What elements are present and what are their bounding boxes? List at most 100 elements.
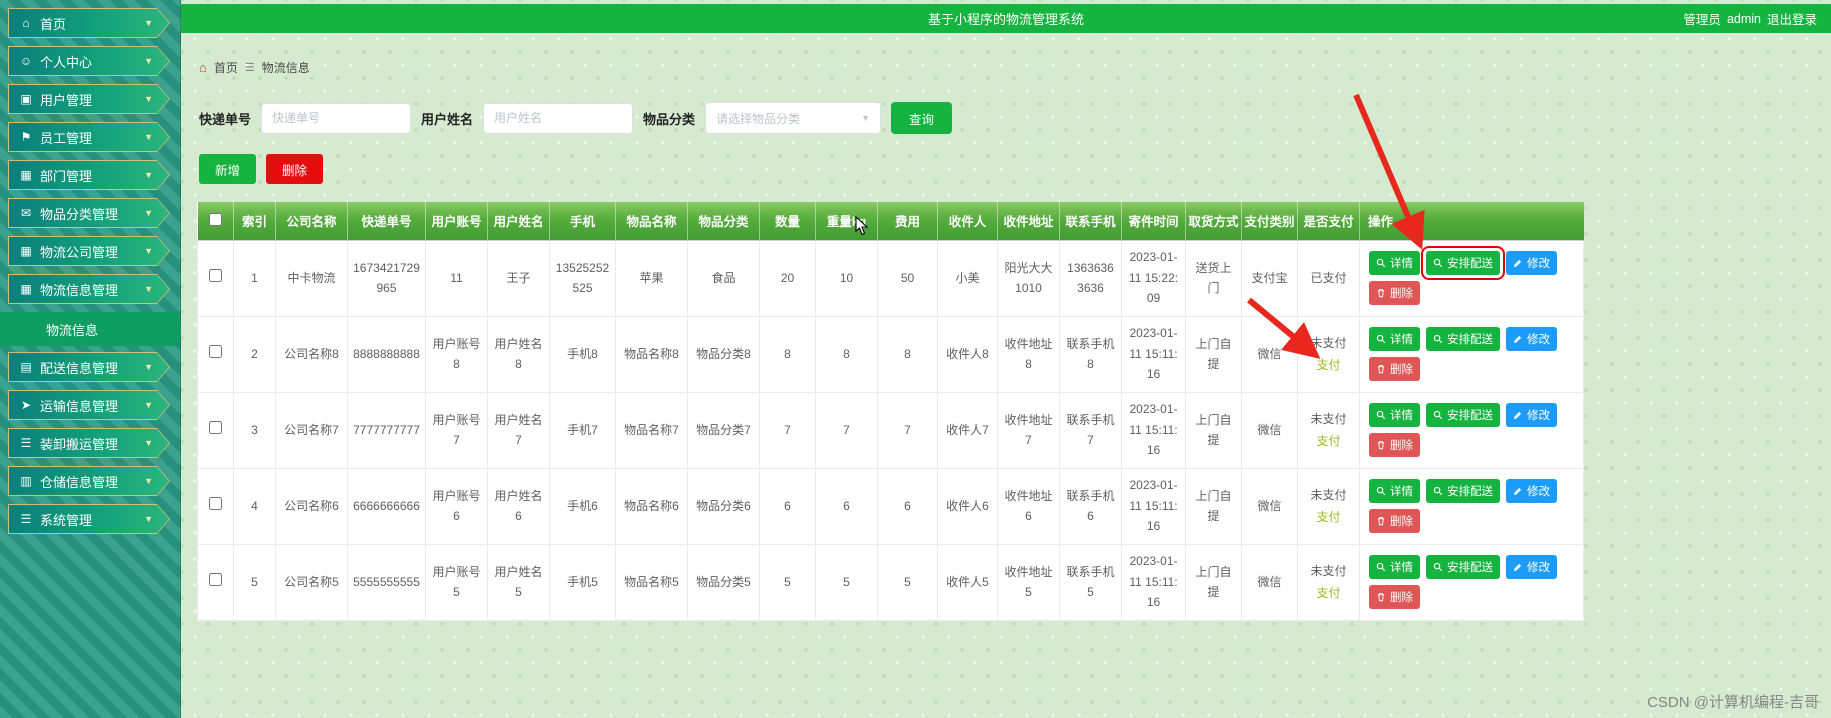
sidebar-item-5[interactable]: ✉ 物品分类管理 ▼ [8, 198, 170, 228]
chevron-down-icon: ▼ [144, 362, 153, 372]
sidebar-item-9[interactable]: ▤ 配送信息管理 ▼ [8, 352, 170, 382]
detail-button[interactable]: 详情 [1369, 403, 1420, 427]
cell-express_no: 1673421729965 [347, 239, 426, 317]
logout-link[interactable]: 退出登录 [1767, 9, 1817, 28]
edit-button[interactable]: 修改 [1506, 327, 1557, 351]
column-header-category: 物品分类 [687, 202, 760, 241]
search-button[interactable]: 查询 [891, 102, 953, 134]
sidebar-item-1[interactable]: ☺ 个人中心 ▼ [8, 46, 170, 76]
detail-button[interactable]: 详情 [1369, 327, 1420, 351]
delivery-icon: ▤ [20, 360, 32, 374]
pay-link[interactable]: 支付 [1316, 583, 1340, 603]
cell-pickup_method: 上门自提 [1185, 543, 1242, 621]
cell-value-pickup_method: 上门自提 [1195, 488, 1232, 523]
cell-value-username: 用户姓名6 [494, 488, 543, 523]
edit-button[interactable]: 修改 [1506, 479, 1557, 503]
row-checkbox[interactable] [209, 420, 222, 434]
cell-actions: 详情 安排配送 修改删除 [1359, 239, 1584, 317]
cell-value-category: 物品分类8 [696, 346, 751, 361]
sidebar-item-12[interactable]: ▥ 仓储信息管理 ▼ [8, 466, 170, 496]
edit-button[interactable]: 修改 [1506, 555, 1557, 579]
chevron-down-icon: ▼ [144, 170, 153, 180]
cell-account: 11 [425, 239, 488, 317]
edit-button[interactable]: 修改 [1506, 403, 1557, 427]
cell-value-fee: 5 [904, 574, 911, 589]
cell-value-quantity: 20 [780, 270, 795, 285]
cell-value-pay_type: 微信 [1257, 422, 1282, 437]
arrange-delivery-button[interactable]: 安排配送 [1426, 327, 1500, 351]
sidebar-item-11[interactable]: ☰ 装卸搬运管理 ▼ [8, 428, 170, 458]
column-header-send_time: 寄件时间 [1121, 202, 1186, 241]
row-checkbox[interactable] [209, 344, 222, 358]
cell-value-weight: 8 [843, 346, 850, 361]
arrange-delivery-button[interactable]: 安排配送 [1426, 555, 1500, 579]
cell-pay_type: 微信 [1241, 391, 1298, 469]
sidebar-subitem-logistics-info[interactable]: 物流信息 [0, 312, 180, 346]
arrange-delivery-icon [1433, 258, 1443, 268]
delete-button[interactable]: 删除 [1369, 585, 1420, 609]
row-checkbox[interactable] [209, 268, 222, 282]
users-icon: ▣ [20, 92, 32, 106]
detail-icon [1376, 258, 1386, 268]
cell-value-address: 收件地址7 [1004, 412, 1053, 447]
username-label: admin [1726, 11, 1761, 26]
cell-index: 5 [233, 543, 276, 621]
column-header-contact_phone: 联系手机 [1059, 202, 1122, 241]
delete-button[interactable]: 删除 [1369, 433, 1420, 457]
sidebar-menu: ⌂ 首页 ▼ ☺ 个人中心 ▼ ▣ 用户管理 ▼ ⚑ 员工管理 ▼ ▦ 部门管理 ▼ ✉ 物品分类管理 ▼ ▦ 物流公… [0, 8, 180, 534]
delete-button[interactable]: 删除 [1369, 509, 1420, 533]
detail-button[interactable]: 详情 [1369, 555, 1420, 579]
select-all-checkbox[interactable] [208, 212, 222, 226]
edit-icon [1513, 334, 1523, 344]
cell-value-pickup_method: 送货上门 [1195, 260, 1232, 295]
delete-icon [1376, 440, 1386, 450]
row-checkbox[interactable] [209, 496, 222, 510]
sidebar-item-6[interactable]: ▦ 物流公司管理 ▼ [8, 236, 170, 266]
cell-pay_type: 微信 [1241, 467, 1298, 545]
sidebar-item-13[interactable]: ☰ 系统管理 ▼ [8, 504, 170, 534]
add-button[interactable]: 新增 [199, 154, 257, 184]
cell-value-address: 收件地址6 [1004, 488, 1053, 523]
arrange-delivery-button[interactable]: 安排配送 [1421, 246, 1505, 280]
category-label: 物品分类 [643, 111, 696, 127]
detail-button[interactable]: 详情 [1369, 251, 1420, 275]
express-no-input[interactable] [261, 102, 412, 134]
handling-icon: ☰ [20, 436, 32, 450]
cell-actions: 详情 安排配送 修改删除 [1359, 467, 1584, 545]
cell-value-receiver: 收件人6 [946, 498, 989, 513]
cell-address: 收件地址6 [997, 467, 1060, 545]
column-header-fee: 费用 [877, 202, 938, 241]
detail-button[interactable]: 详情 [1369, 479, 1420, 503]
chevron-down-icon: ▼ [144, 18, 153, 28]
user-name-input[interactable] [483, 102, 634, 134]
pay-link[interactable]: 支付 [1316, 431, 1340, 451]
cell-actions: 详情 安排配送 修改删除 [1359, 315, 1584, 393]
pay-link[interactable]: 支付 [1316, 507, 1340, 527]
cell-express_no: 6666666666 [347, 467, 426, 545]
bulk-delete-button[interactable]: 删除 [266, 154, 324, 184]
sidebar-item-0[interactable]: ⌂ 首页 ▼ [8, 8, 170, 38]
cell-value-index: 5 [251, 574, 258, 589]
detail-icon [1376, 334, 1386, 344]
pay-link[interactable]: 支付 [1316, 355, 1340, 375]
cell-weight: 10 [815, 239, 878, 317]
arrange-delivery-button[interactable]: 安排配送 [1426, 403, 1500, 427]
chevron-down-icon: ▼ [144, 400, 153, 410]
arrange-delivery-icon [1433, 334, 1443, 344]
delete-button[interactable]: 删除 [1369, 281, 1420, 305]
delete-button[interactable]: 删除 [1369, 357, 1420, 381]
arrange-delivery-button[interactable]: 安排配送 [1426, 479, 1500, 503]
sidebar-item-10[interactable]: ➤ 运输信息管理 ▼ [8, 390, 170, 420]
row-select-cell [197, 543, 234, 621]
cell-value-address: 阳光大大1010 [1004, 260, 1053, 295]
category-select[interactable]: 请选择物品分类 ▼ [705, 102, 882, 134]
cell-value-company: 中卡物流 [287, 270, 336, 285]
sidebar-item-3[interactable]: ⚑ 员工管理 ▼ [8, 122, 170, 152]
sidebar-item-7[interactable]: ▦ 物流信息管理 ▼ [8, 274, 170, 304]
breadcrumb-home[interactable]: 首页 [214, 59, 238, 76]
sidebar-item-4[interactable]: ▦ 部门管理 ▼ [8, 160, 170, 190]
cell-value-contact_phone: 联系手机7 [1066, 412, 1115, 447]
sidebar-item-2[interactable]: ▣ 用户管理 ▼ [8, 84, 170, 114]
edit-button[interactable]: 修改 [1506, 251, 1557, 275]
row-checkbox[interactable] [209, 572, 222, 586]
